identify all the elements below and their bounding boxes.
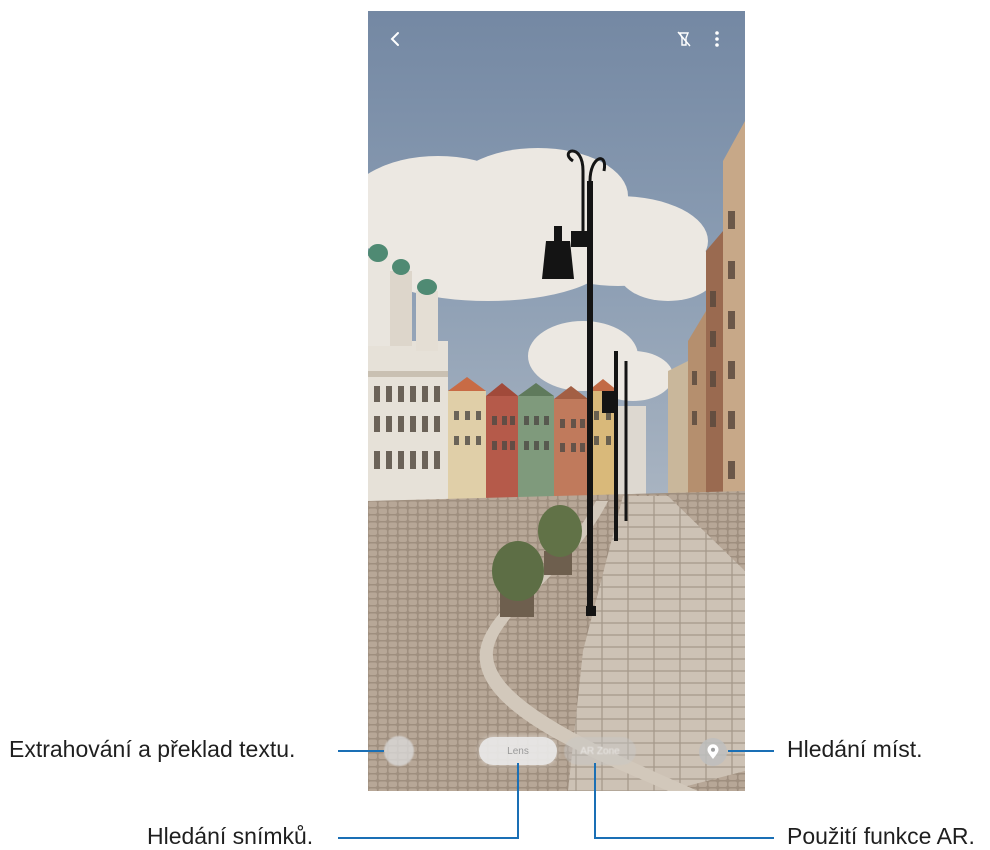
- bixby-vision-screen: Lens AR Zone: [368, 11, 745, 791]
- callout-ar-function: Použití funkce AR.: [787, 823, 975, 849]
- callout-image-search: Hledání snímků.: [147, 823, 314, 849]
- more-vertical-icon: [715, 31, 719, 47]
- chevron-left-icon: [390, 32, 399, 46]
- back-button[interactable]: [382, 25, 410, 53]
- place-search-button[interactable]: [699, 738, 727, 766]
- flashlight-off-icon: [677, 31, 691, 47]
- more-options-button[interactable]: [703, 25, 731, 53]
- camera-viewfinder: [368, 11, 745, 791]
- text-extract-button[interactable]: [384, 736, 414, 766]
- lens-mode-button[interactable]: Lens: [479, 737, 557, 765]
- callout-place-search: Hledání míst.: [787, 736, 923, 762]
- location-pin-icon: [707, 744, 719, 759]
- flashlight-button[interactable]: [670, 25, 698, 53]
- callout-text-extract: Extrahování a překlad textu.: [9, 736, 296, 762]
- ar-zone-mode-button[interactable]: AR Zone: [564, 737, 636, 765]
